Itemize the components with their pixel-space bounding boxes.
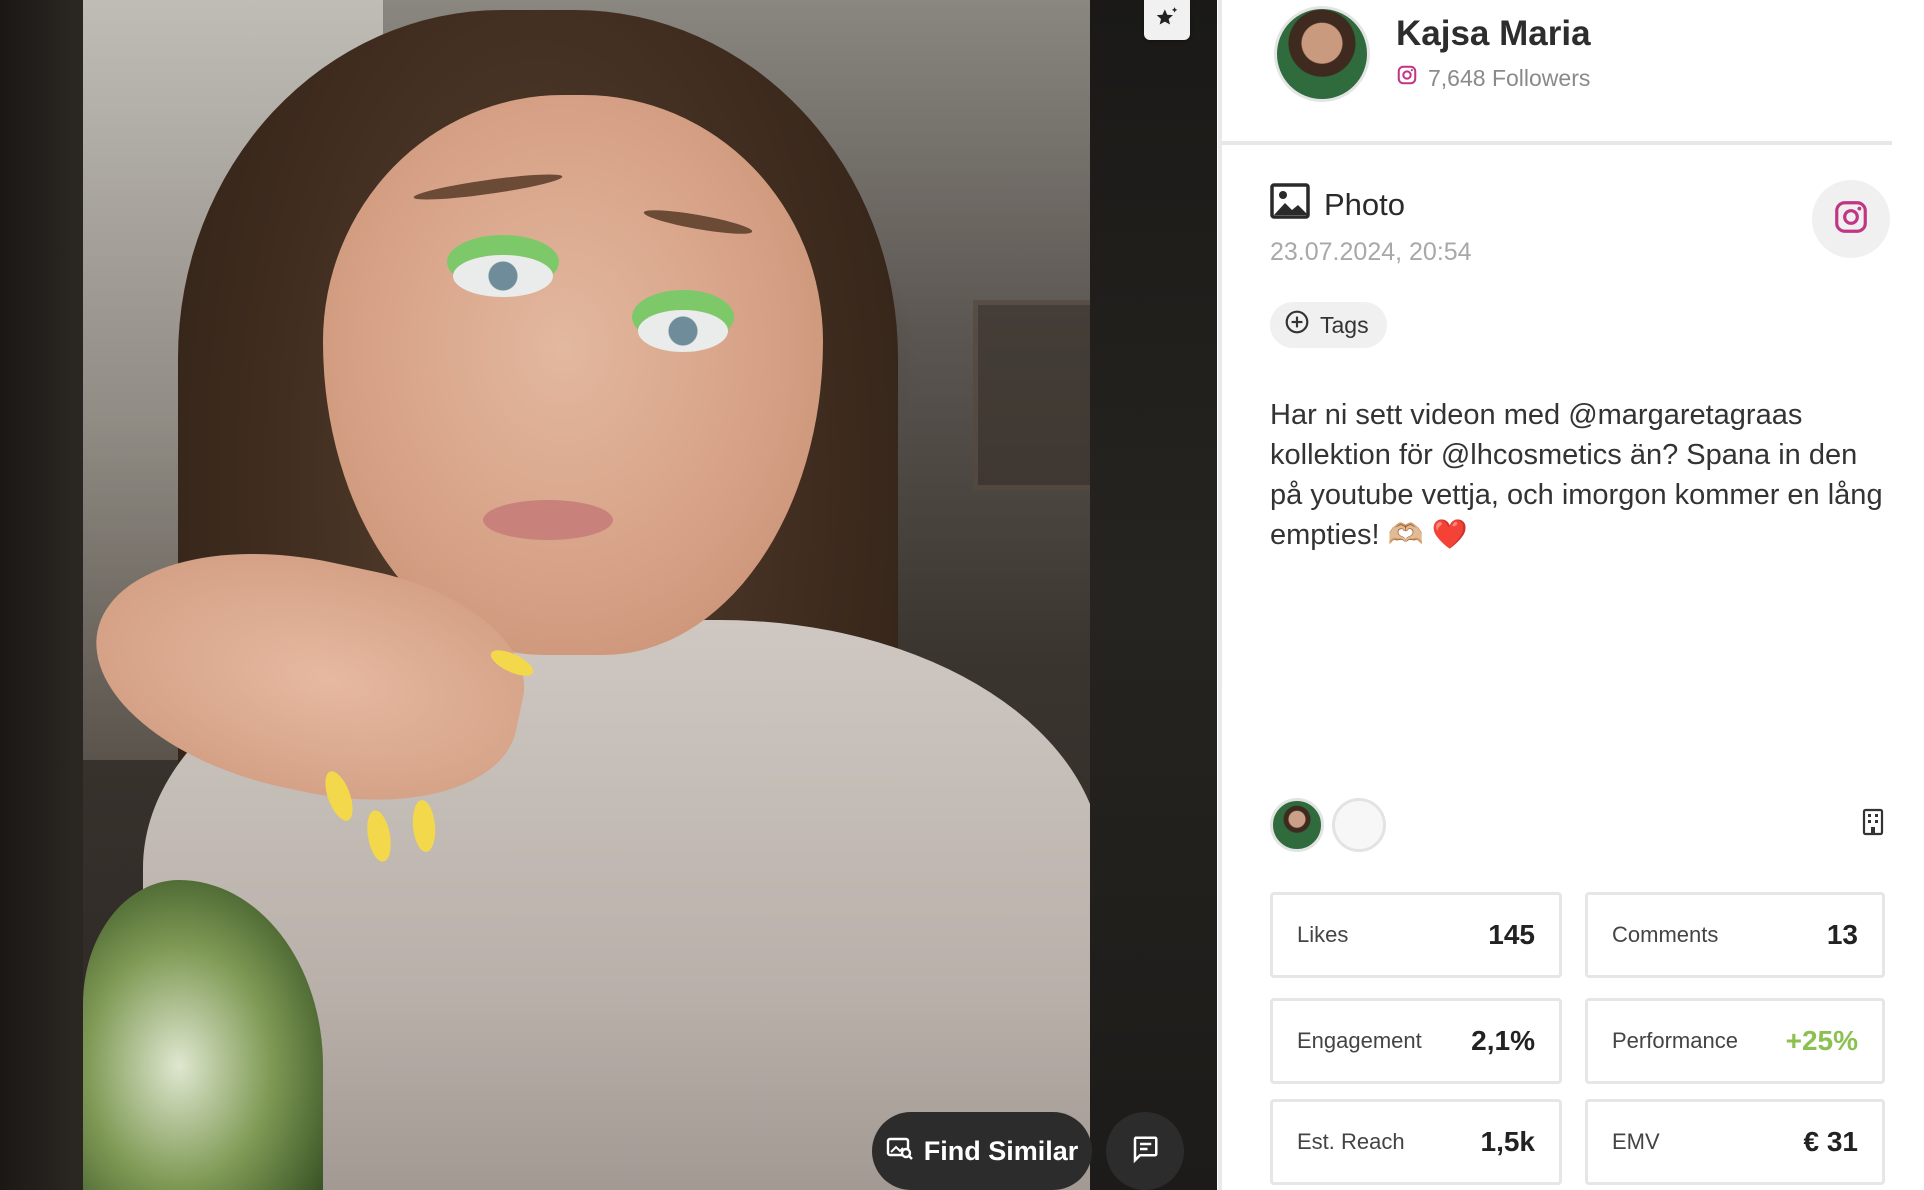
add-tags-button[interactable]: Tags [1270,302,1387,348]
instagram-icon [1396,64,1418,92]
comment-button[interactable] [1106,1112,1184,1190]
stat-value: 1,5k [1480,1126,1536,1157]
stat-value: 145 [1488,919,1535,950]
find-similar-button[interactable]: Find Similar [872,1112,1092,1190]
plus-circle-icon [1284,309,1310,341]
media-side-shade [1090,0,1217,1190]
stat-value: € 31 [1803,1126,1859,1157]
post-type: Photo [1270,183,1405,227]
post-date: 23.07.2024, 20:54 [1270,238,1472,266]
post-type-label: Photo [1324,187,1406,222]
stat-value: 2,1% [1471,1025,1535,1056]
stat-value: 13 [1826,919,1858,950]
followers-count: 7,648 Followers [1396,64,1590,92]
stat-performance: Performance +25% [1585,998,1885,1084]
post-caption: Har ni sett videon med @margaretagraas k… [1270,399,1883,551]
stat-label: Performance [1612,1028,1738,1053]
comment-icon [1130,1134,1160,1169]
avatar[interactable] [1274,6,1370,102]
image-search-icon [886,1135,914,1168]
stat-label: EMV [1612,1129,1660,1154]
followers-label: 7,648 Followers [1428,64,1591,91]
sparkle-star-icon [1154,5,1180,36]
stat-emv: EMV € 31 [1585,1099,1885,1185]
media-viewer: Find Similar [0,0,1217,1190]
stat-est-reach: Est. Reach 1,5k [1270,1099,1562,1185]
photo-eye-right [638,310,728,352]
building-icon[interactable] [1862,808,1884,841]
header-divider [1222,141,1892,145]
post-details-panel: Kajsa Maria 7,648 Followers Photo 23.07.… [1218,0,1924,1190]
photo-face [323,95,823,655]
find-similar-label: Find Similar [923,1135,1079,1166]
stat-value: +25% [1785,1025,1858,1056]
post-photo [83,0,1090,1190]
instagram-icon [1832,198,1870,241]
profile-name[interactable]: Kajsa Maria [1396,14,1591,54]
stat-engagement: Engagement 2,1% [1270,998,1562,1084]
mentioned-avatar[interactable] [1332,798,1386,852]
mentioned-accounts [1270,798,1386,852]
stat-likes: Likes 145 [1270,892,1562,978]
stat-comments: Comments 13 [1585,892,1885,978]
photo-eye-left [453,255,553,297]
stat-label: Est. Reach [1297,1129,1405,1154]
image-icon [1270,183,1310,227]
stat-label: Engagement [1297,1028,1422,1053]
mentioned-avatar[interactable] [1270,798,1324,852]
photo-lips [483,500,613,540]
open-on-instagram-button[interactable] [1812,180,1890,258]
stat-label: Likes [1297,922,1349,947]
photo-frame [973,300,1090,490]
stat-label: Comments [1612,922,1719,947]
tags-label: Tags [1320,311,1369,338]
magic-button[interactable] [1144,0,1190,40]
